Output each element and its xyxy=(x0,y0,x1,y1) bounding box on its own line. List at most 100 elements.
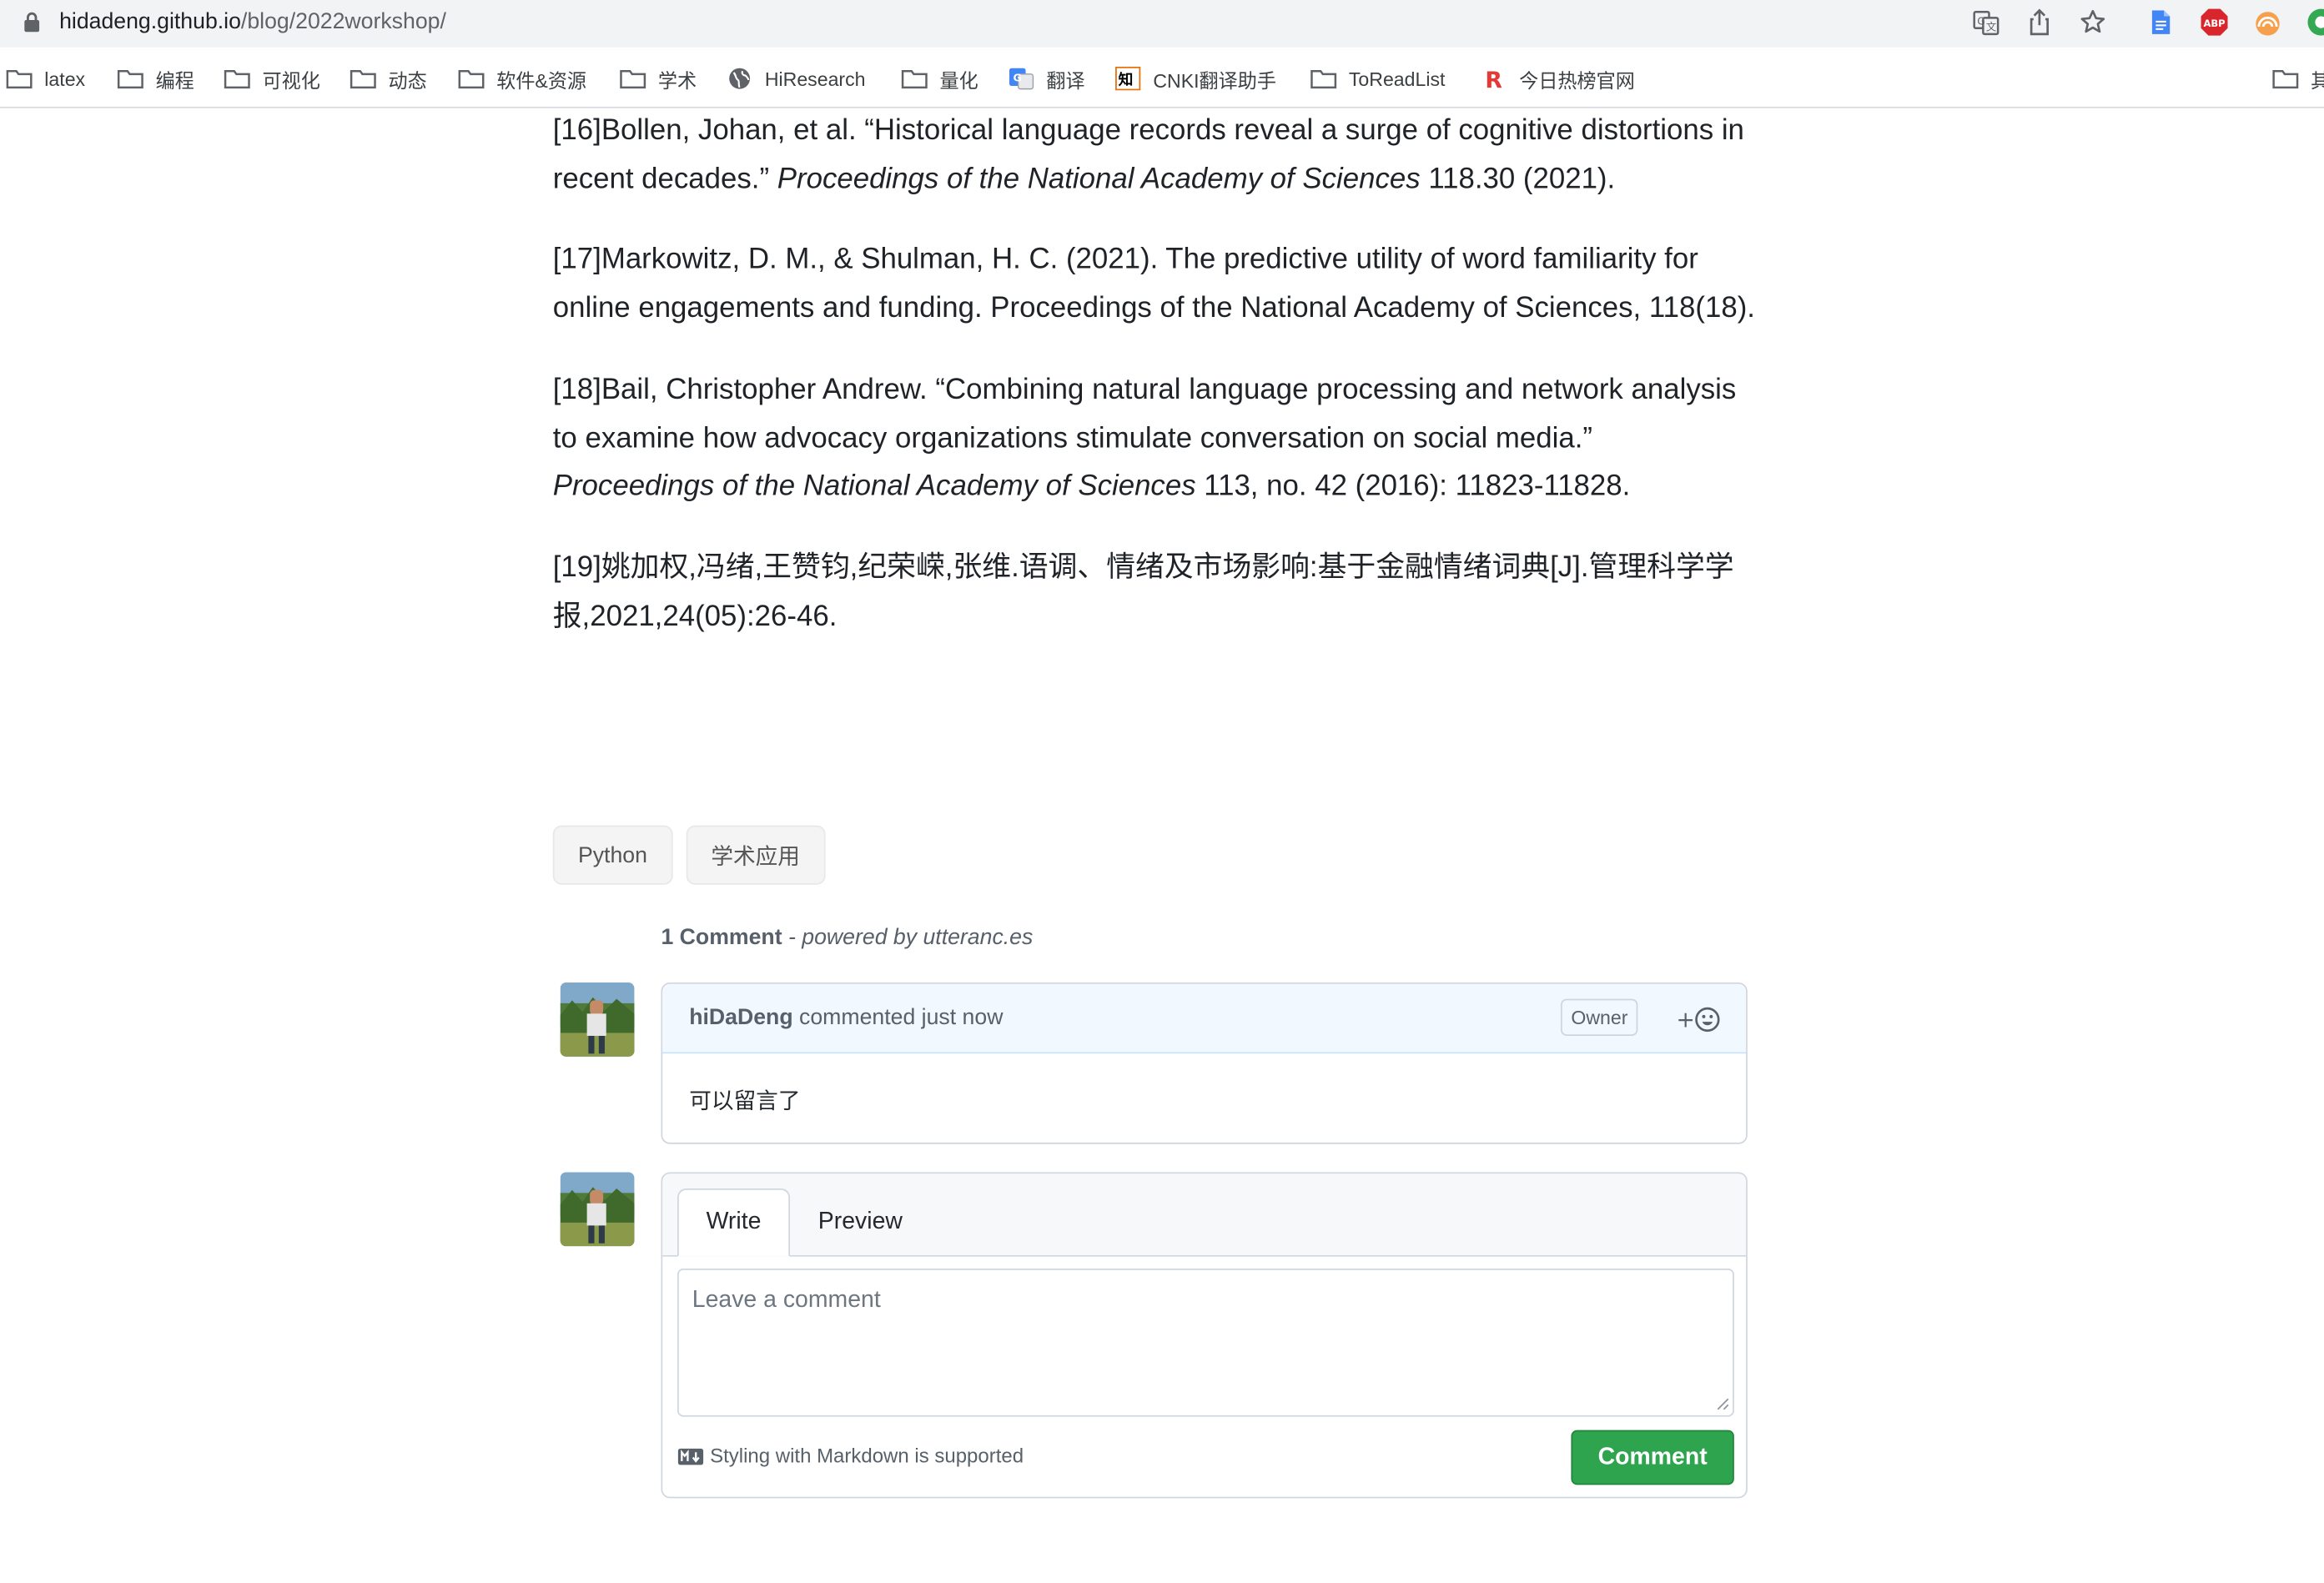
reference-volume: 113, no. 42 (2016): 11823-11828. xyxy=(1195,470,1631,503)
bookmark-label: 软件&资源 xyxy=(496,68,587,92)
reference-citation: [18]Bail, Christopher Andrew. “Combining… xyxy=(552,373,1737,455)
address-bar: hidadeng.github.io/blog/2022workshop/ G … xyxy=(0,0,2324,48)
avatar-photo xyxy=(560,1172,635,1247)
bookmark-visualization[interactable]: 可视化 xyxy=(224,65,320,92)
reference-17: [17]Markowitz, D. M., & Shulman, H. C. (… xyxy=(553,236,1757,333)
folder-icon xyxy=(350,70,376,89)
bookmark-label: latex xyxy=(44,67,86,90)
reference-19: [19]姚加权,冯绪,王赞钧,纪荣嵘,张维.语调、情绪及市场影响:基于金融情绪词… xyxy=(553,544,1757,641)
markdown-icon xyxy=(677,1447,704,1465)
bookmark-label: 学术 xyxy=(657,68,697,92)
folder-icon xyxy=(117,70,143,89)
comment-textarea[interactable] xyxy=(677,1268,1734,1417)
new-comment-form: Write Preview Styling with Markdown is s… xyxy=(661,1172,1748,1499)
tag-academic-apps[interactable]: 学术应用 xyxy=(686,825,826,885)
omnibox[interactable]: hidadeng.github.io/blog/2022workshop/ G … xyxy=(0,0,2123,45)
folder-icon xyxy=(620,70,646,89)
folder-icon xyxy=(2272,70,2299,89)
comment-submit-button[interactable]: Comment xyxy=(1571,1430,1734,1485)
svg-text:R: R xyxy=(1485,68,1502,91)
avatar-photo xyxy=(560,982,635,1057)
article-body: [16]Bollen, Johan, et al. “Historical la… xyxy=(553,107,1757,673)
bookmark-label: 其 xyxy=(2311,64,2324,93)
svg-text:知: 知 xyxy=(1119,70,1134,88)
bookmark-label: 动态 xyxy=(388,68,427,92)
bookmark-academic[interactable]: 学术 xyxy=(620,65,697,92)
svg-text:G: G xyxy=(1977,14,1985,27)
owner-badge: Owner xyxy=(1560,998,1638,1036)
add-reaction-label: + xyxy=(1677,1007,1695,1033)
bookmark-star-icon[interactable] xyxy=(2078,8,2108,38)
bookmark-label: CNKI翻译助手 xyxy=(1153,68,1276,92)
bookmark-other[interactable]: 其 xyxy=(2272,65,2324,92)
feed-extension-icon[interactable] xyxy=(2253,8,2283,38)
url-text[interactable]: hidadeng.github.io/blog/2022workshop/ xyxy=(59,9,446,36)
bookmark-label: 今日热榜官网 xyxy=(1519,68,1635,92)
comment-card: hiDaDeng commented just now Owner + 可以留言… xyxy=(661,982,1748,1144)
comment-author[interactable]: hiDaDeng xyxy=(689,1005,792,1030)
bookmark-dynamic[interactable]: 动态 xyxy=(350,65,427,92)
tab-preview[interactable]: Preview xyxy=(818,1189,903,1257)
comment-body: 可以留言了 xyxy=(689,1088,801,1115)
folder-icon xyxy=(458,70,485,89)
google-docs-extension-icon[interactable] xyxy=(2146,8,2176,38)
reference-journal: Proceedings of the National Academy of S… xyxy=(777,162,1421,196)
comment-count-label[interactable]: 1 Comment xyxy=(661,925,782,950)
comment-timestamp[interactable]: commented just now xyxy=(793,1005,1003,1030)
folder-icon xyxy=(224,70,250,89)
reference-journal: Proceedings of the National Academy of S… xyxy=(552,470,1196,503)
reference-text: [19]姚加权,冯绪,王赞钧,纪荣嵘,张维.语调、情绪及市场影响:基于金融情绪词… xyxy=(552,550,1734,633)
folder-icon xyxy=(901,70,928,89)
svg-text:文: 文 xyxy=(1986,20,1996,33)
avatar[interactable] xyxy=(560,982,635,1057)
comment-count: 1 Comment - powered by utteranc.es xyxy=(661,925,1033,950)
bookmark-label: HiResearch xyxy=(764,67,866,90)
markdown-hint-label: Styling with Markdown is supported xyxy=(710,1445,1024,1468)
bookmark-label: 翻译 xyxy=(1046,68,1085,92)
bookmark-quant[interactable]: 量化 xyxy=(901,65,978,92)
cnki-icon: 知 xyxy=(1115,66,1141,91)
bookmark-translate[interactable]: G 翻译 xyxy=(1008,65,1085,92)
adblock-plus-icon[interactable]: ABP xyxy=(2200,8,2230,38)
resize-grip-icon[interactable] xyxy=(1715,1396,1730,1411)
comment-author-line: hiDaDeng commented just now xyxy=(689,1005,1003,1030)
bookmark-programming[interactable]: 编程 xyxy=(117,65,194,92)
reference-text: [16]Bollen, Johan, et al. “Historical la… xyxy=(553,107,1757,204)
tag-python[interactable]: Python xyxy=(552,825,673,885)
bookmark-label: 量化 xyxy=(939,68,978,92)
bookmark-jinrirebang[interactable]: R 今日热榜官网 xyxy=(1481,65,1635,92)
bookmark-toreadlist[interactable]: ToReadList xyxy=(1310,65,1446,92)
avatar[interactable] xyxy=(560,1172,635,1247)
reference-16: [16]Bollen, Johan, et al. “Historical la… xyxy=(553,107,1757,204)
powered-by-label[interactable]: - powered by utteranc.es xyxy=(782,925,1033,950)
folder-icon xyxy=(6,70,33,89)
reference-text: [18]Bail, Christopher Andrew. “Combining… xyxy=(553,366,1757,511)
google-translate-icon: G xyxy=(1009,68,1034,90)
reference-volume: 118.30 (2021). xyxy=(1420,162,1616,196)
editor-tabs: Write Preview xyxy=(662,1173,1747,1257)
markdown-hint[interactable]: Styling with Markdown is supported xyxy=(677,1445,1024,1467)
tab-write[interactable]: Write xyxy=(677,1188,791,1257)
bookmark-hiresearch[interactable]: HiResearch xyxy=(727,65,866,92)
bookmark-label: 编程 xyxy=(155,68,194,92)
r-logo-icon: R xyxy=(1485,68,1502,91)
comment-header: hiDaDeng commented just now Owner + xyxy=(662,983,1747,1054)
green-extension-icon[interactable] xyxy=(2306,8,2324,38)
reference-text: [17]Markowitz, D. M., & Shulman, H. C. (… xyxy=(552,244,1755,325)
bookmark-latex[interactable]: latex xyxy=(6,65,85,92)
translate-page-icon[interactable]: G 文 xyxy=(1971,8,2001,38)
svg-text:G: G xyxy=(1013,72,1021,84)
add-reaction-icon[interactable]: + xyxy=(1675,1003,1725,1036)
url-host: hidadeng.github.io xyxy=(59,8,241,34)
bookmark-label: ToReadList xyxy=(1348,67,1446,90)
bookmark-label: 可视化 xyxy=(262,68,320,92)
folder-icon xyxy=(1310,70,1337,89)
url-path: /blog/2022workshop/ xyxy=(240,8,446,34)
reference-18: [18]Bail, Christopher Andrew. “Combining… xyxy=(553,366,1757,511)
lock-icon[interactable] xyxy=(23,12,40,33)
bookmark-software[interactable]: 软件&资源 xyxy=(458,65,586,92)
bookmark-cnki[interactable]: 知 CNKI翻译助手 xyxy=(1114,65,1276,92)
share-icon[interactable] xyxy=(2025,8,2055,38)
bookmarks-bar: latex 编程 可视化 动态 软件&资源 学术 HiResearch 量化 G… xyxy=(0,47,2324,108)
adblock-plus-label: ABP xyxy=(2203,18,2225,29)
